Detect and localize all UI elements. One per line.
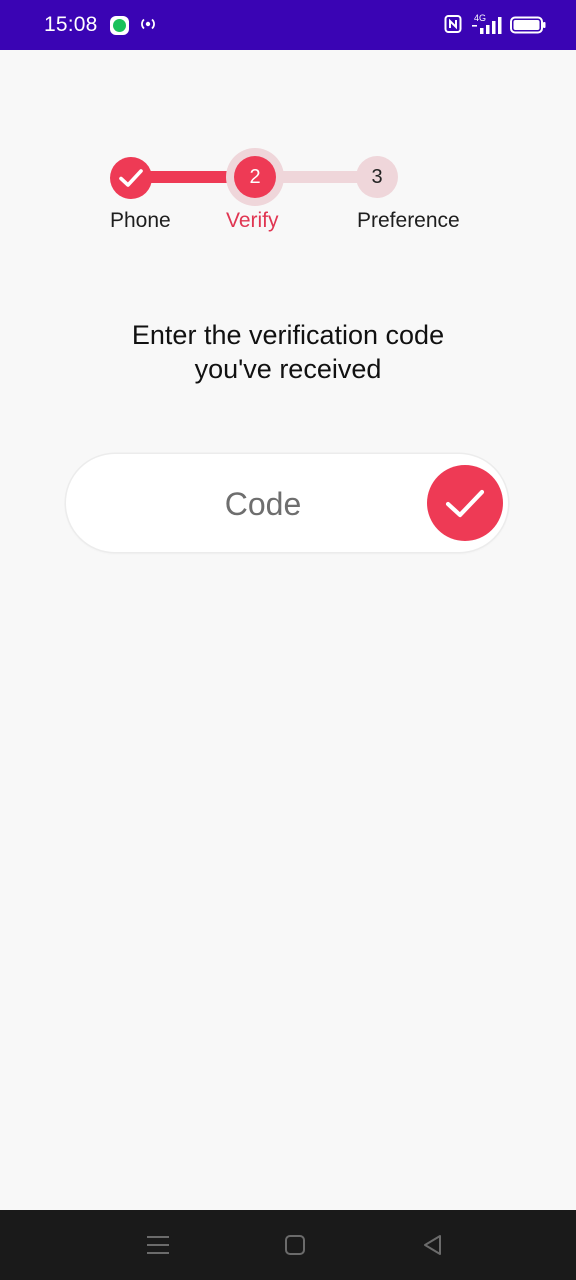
title-line-2: you've received xyxy=(194,354,382,384)
check-icon xyxy=(445,489,485,518)
status-bar: 15:08 4G xyxy=(0,0,576,50)
step-verify-circle[interactable]: 2 xyxy=(234,156,276,198)
stepper-line-completed xyxy=(140,171,240,183)
progress-stepper: 2 3 Phone Verify Preference xyxy=(0,140,576,250)
submit-code-button[interactable] xyxy=(427,465,503,541)
step-preference-label: Preference xyxy=(357,209,460,232)
code-input[interactable] xyxy=(106,478,420,530)
stepper-line-pending xyxy=(270,171,370,183)
step-phone-label: Phone xyxy=(110,209,171,232)
step-phone-circle[interactable] xyxy=(110,157,152,199)
status-time: 15:08 xyxy=(44,13,98,36)
system-nav-bar xyxy=(0,1210,576,1280)
hotspot-icon xyxy=(141,18,155,30)
battery-icon xyxy=(510,16,546,34)
page-title: Enter the verification code you've recei… xyxy=(0,318,576,386)
menu-icon[interactable] xyxy=(145,1232,171,1258)
title-line-1: Enter the verification code xyxy=(131,320,445,350)
home-icon[interactable] xyxy=(282,1232,308,1258)
chat-app-icon xyxy=(110,16,129,35)
check-icon xyxy=(119,169,143,187)
nfc-icon xyxy=(444,15,462,33)
step-verify-label: Verify xyxy=(226,209,279,232)
code-field xyxy=(66,454,508,552)
step-preference-circle[interactable]: 3 xyxy=(356,156,398,198)
network-type: 4G xyxy=(474,13,486,23)
signal-4g-icon: 4G xyxy=(472,13,502,34)
back-icon[interactable] xyxy=(420,1232,446,1258)
